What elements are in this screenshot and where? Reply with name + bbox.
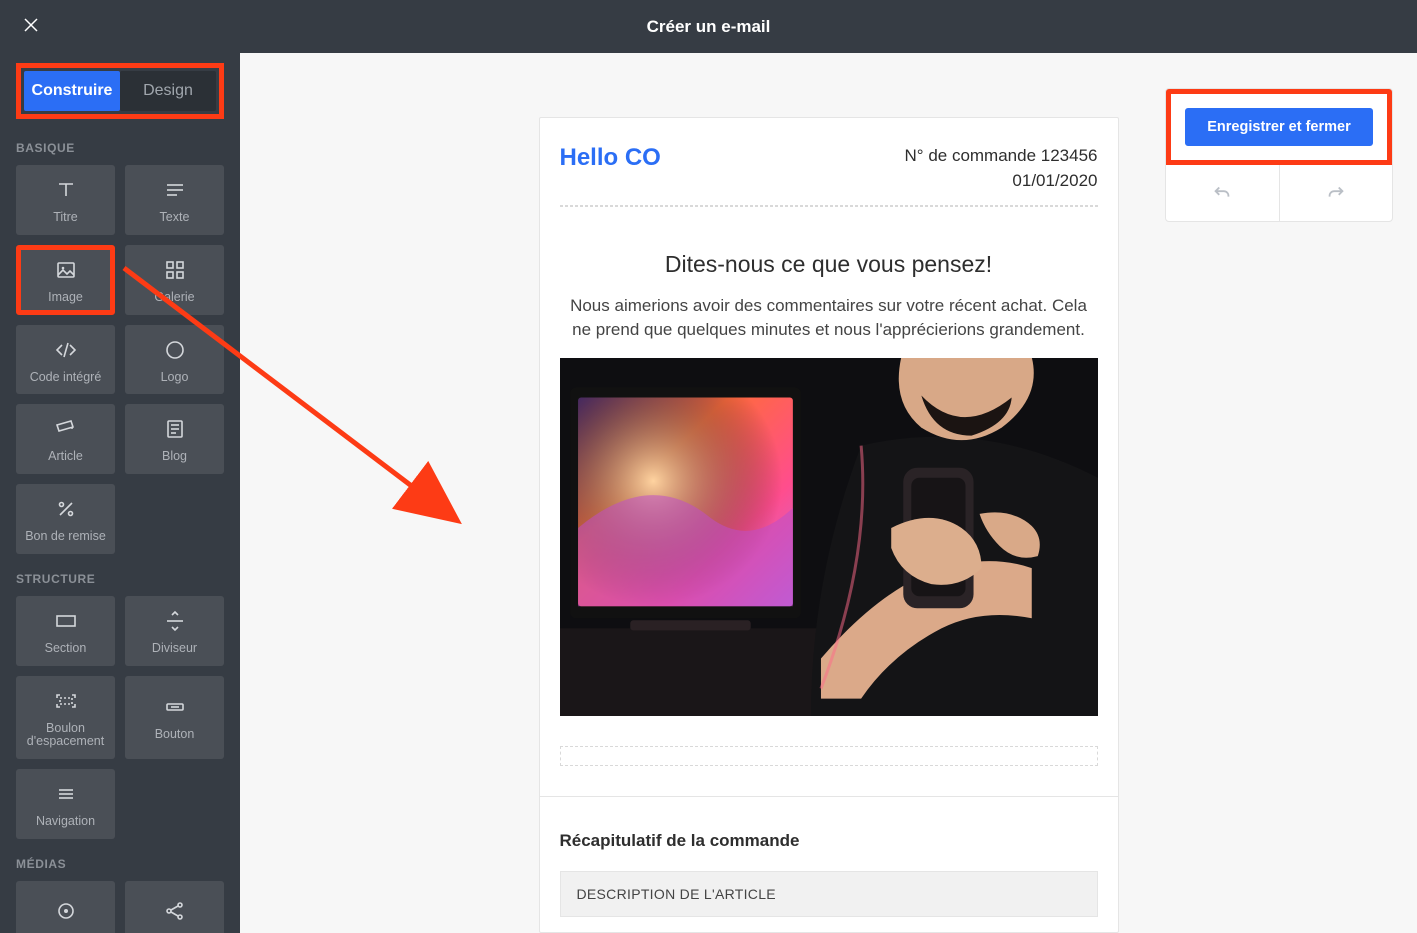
block-media-2[interactable] xyxy=(125,881,224,933)
close-icon[interactable] xyxy=(22,16,40,39)
block-label: Code intégré xyxy=(30,371,102,385)
block-image[interactable]: Image xyxy=(16,245,115,315)
block-navigation[interactable]: Navigation xyxy=(16,769,115,839)
block-label: Bouton xyxy=(155,728,195,742)
block-label: Texte xyxy=(160,211,190,225)
basic-grid: Titre Texte Image Galerie Code intégré L… xyxy=(16,165,224,474)
table-header-col1: DESCRIPTION DE L'ARTICLE xyxy=(560,871,1098,917)
sidebar-tabs: Construire Design xyxy=(16,63,224,119)
blog-icon xyxy=(163,416,187,442)
location-icon xyxy=(54,898,78,924)
code-icon xyxy=(54,337,78,363)
redo-button[interactable] xyxy=(1280,165,1393,221)
email-body[interactable]: Nous aimerions avoir des commentaires su… xyxy=(560,294,1098,342)
text-icon xyxy=(163,177,187,203)
media-grid xyxy=(16,881,224,933)
block-label: Section xyxy=(45,642,87,656)
block-text[interactable]: Texte xyxy=(125,165,224,235)
block-section[interactable]: Section xyxy=(16,596,115,666)
block-spacer[interactable]: Boulon d'espacement xyxy=(16,676,115,760)
brand-name: Hello CO xyxy=(560,144,661,172)
right-panel: Enregistrer et fermer xyxy=(1165,88,1393,222)
email-header: Hello CO N° de commande 123456 01/01/202… xyxy=(560,144,1098,193)
block-logo[interactable]: Logo xyxy=(125,325,224,395)
block-title[interactable]: Titre xyxy=(16,165,115,235)
gallery-icon xyxy=(163,257,187,283)
order-number: N° de commande 123456 xyxy=(905,144,1098,169)
section-icon xyxy=(54,608,78,634)
order-date: 01/01/2020 xyxy=(905,169,1098,194)
block-media-1[interactable] xyxy=(16,881,115,933)
undo-button[interactable] xyxy=(1166,165,1280,221)
spacer-icon xyxy=(54,688,78,714)
block-article[interactable]: Article xyxy=(16,404,115,474)
hero-image[interactable] xyxy=(560,358,1098,716)
image-icon xyxy=(54,257,78,283)
block-label: Galerie xyxy=(154,291,194,305)
block-label: Article xyxy=(48,450,83,464)
block-label: Blog xyxy=(162,450,187,464)
tab-build[interactable]: Construire xyxy=(24,71,120,111)
tab-design[interactable]: Design xyxy=(120,71,216,111)
sidebar: Construire Design BASIQUE Titre Texte Im… xyxy=(0,53,240,933)
block-button[interactable]: Bouton xyxy=(125,676,224,760)
block-label: Titre xyxy=(53,211,78,225)
title-icon xyxy=(54,177,78,203)
block-divider[interactable]: Diviseur xyxy=(125,596,224,666)
block-embed[interactable]: Code intégré xyxy=(16,325,115,395)
block-coupon[interactable]: Bon de remise xyxy=(16,484,115,554)
block-label: Logo xyxy=(161,371,189,385)
email-card[interactable]: Hello CO N° de commande 123456 01/01/202… xyxy=(539,117,1119,933)
percent-icon xyxy=(54,496,78,522)
article-icon xyxy=(54,416,78,442)
share-icon xyxy=(163,898,187,924)
section-head-structure: STRUCTURE xyxy=(16,572,224,586)
menu-icon xyxy=(54,781,78,807)
block-label: Navigation xyxy=(36,815,95,829)
save-wrap: Enregistrer et fermer xyxy=(1166,89,1392,165)
block-blog[interactable]: Blog xyxy=(125,404,224,474)
dashed-divider xyxy=(560,205,1098,207)
logo-icon xyxy=(163,337,187,363)
dashed-placeholder[interactable] xyxy=(560,746,1098,766)
block-label: Diviseur xyxy=(152,642,197,656)
section-head-media: MÉDIAS xyxy=(16,857,224,871)
block-gallery[interactable]: Galerie xyxy=(125,245,224,315)
divider-icon xyxy=(163,608,187,634)
undo-redo-row xyxy=(1166,165,1392,221)
save-and-close-button[interactable]: Enregistrer et fermer xyxy=(1185,108,1373,146)
topbar: Créer un e-mail xyxy=(0,0,1417,53)
block-label: Bon de remise xyxy=(25,530,106,544)
order-summary-heading: Récapitulatif de la commande xyxy=(560,831,1098,851)
email-heading[interactable]: Dites-nous ce que vous pensez! xyxy=(560,251,1098,278)
block-label: Image xyxy=(48,291,83,305)
section-head-basic: BASIQUE xyxy=(16,141,224,155)
order-meta: N° de commande 123456 01/01/2020 xyxy=(905,144,1098,193)
button-icon xyxy=(163,694,187,720)
block-label: Boulon d'espacement xyxy=(20,722,111,750)
structure-grid: Section Diviseur Boulon d'espacement Bou… xyxy=(16,596,224,759)
page-title: Créer un e-mail xyxy=(647,17,771,37)
